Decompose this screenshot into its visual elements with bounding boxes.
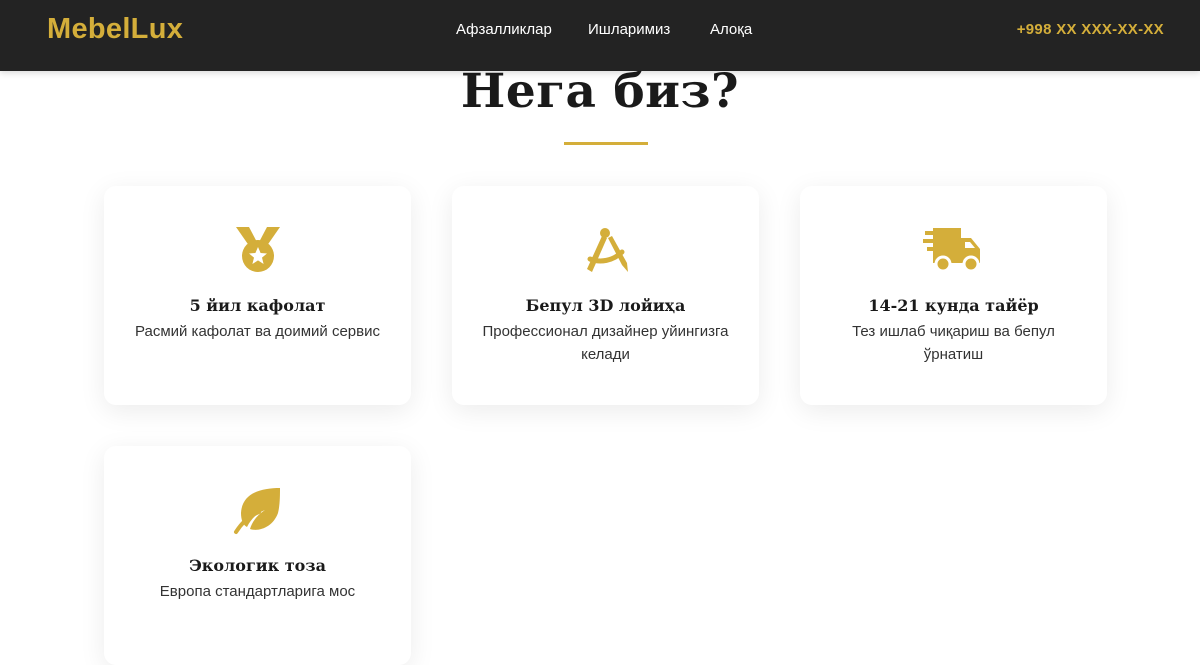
title-underline — [564, 142, 648, 145]
section-title: Нега биз? — [460, 64, 740, 119]
feature-title: Бепул 3D лойиҳа — [525, 296, 686, 315]
feature-description: Тез ишлаб чиқариш ва бепул ўрнатиш — [852, 323, 1055, 363]
feature-title: 5 йил кафолат — [189, 296, 326, 315]
feature-card-3d-design: Бепул 3D лойиҳа Профессионал дизайнер уй… — [452, 186, 759, 405]
feature-title: 14-21 кунда тайёр — [868, 296, 1039, 315]
feature-title: Экологик тоза — [189, 556, 326, 575]
nav-link-works[interactable]: Ишларимиз — [588, 21, 670, 38]
feature-description: Европа стандартларига мос — [159, 583, 356, 600]
medal-icon — [104, 223, 411, 277]
feature-card-fast-delivery: 14-21 кунда тайёр Тез ишлаб чиқариш ва б… — [800, 186, 1107, 405]
phone-link[interactable]: +998 XX XXX-XX-XX — [1017, 21, 1164, 38]
leaf-icon — [104, 483, 411, 537]
drafting-compass-icon — [452, 223, 759, 277]
feature-card-warranty: 5 йил кафолат Расмий кафолат ва доимий с… — [104, 186, 411, 405]
feature-card-eco: Экологик тоза Европа стандартларига мос — [104, 446, 411, 665]
delivery-truck-icon — [800, 223, 1107, 277]
nav-link-advantages[interactable]: Афзалликлар — [456, 21, 552, 38]
feature-description: Расмий кафолат ва доимий сервис — [134, 323, 381, 340]
site-header: MebelLux Афзалликлар Ишларимиз Алоқа +99… — [0, 0, 1200, 71]
nav-link-contact[interactable]: Алоқа — [710, 21, 752, 38]
feature-description: Профессионал дизайнер уйингизга келади — [482, 323, 729, 363]
